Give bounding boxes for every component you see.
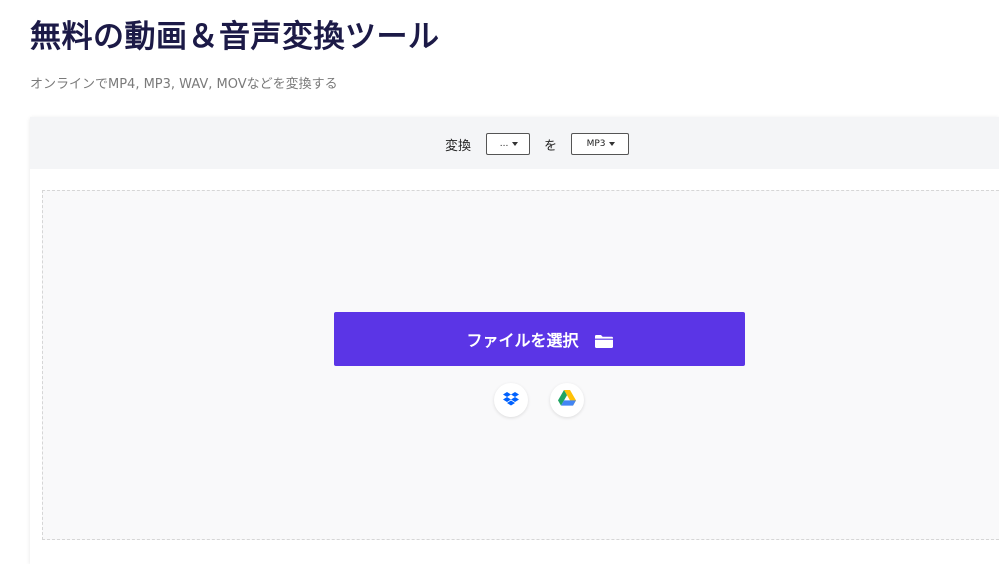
converter-header: 変換 ... を MP3 bbox=[30, 117, 999, 169]
source-format-value: ... bbox=[499, 139, 509, 149]
folder-icon bbox=[594, 333, 613, 348]
converter-panel: 変換 ... を MP3 ファイルを選択 bbox=[30, 117, 999, 564]
page-subtitle: オンラインでMP4, MP3, WAV, MOVなどを変換する bbox=[30, 77, 338, 92]
google-drive-icon bbox=[558, 390, 576, 410]
google-drive-button[interactable] bbox=[550, 383, 584, 417]
dropbox-icon bbox=[503, 391, 519, 410]
chevron-down-icon bbox=[512, 142, 519, 146]
to-label: を bbox=[544, 138, 558, 154]
target-format-value: MP3 bbox=[586, 139, 606, 149]
page-title: 無料の動画＆音声変換ツール bbox=[30, 19, 440, 55]
choose-file-button[interactable]: ファイルを選択 bbox=[334, 312, 745, 366]
page: 無料の動画＆音声変換ツール オンラインでMP4, MP3, WAV, MOVなど… bbox=[0, 0, 999, 564]
choose-file-label: ファイルを選択 bbox=[466, 331, 579, 350]
dropbox-button[interactable] bbox=[494, 383, 528, 417]
chevron-down-icon bbox=[609, 142, 616, 146]
target-format-dropdown[interactable]: MP3 bbox=[571, 133, 630, 155]
convert-label: 変換 bbox=[445, 138, 472, 154]
format-selector-row: 変換 ... を MP3 bbox=[445, 131, 630, 157]
file-drop-zone[interactable]: ファイルを選択 bbox=[42, 190, 999, 540]
source-format-dropdown[interactable]: ... bbox=[486, 133, 531, 155]
